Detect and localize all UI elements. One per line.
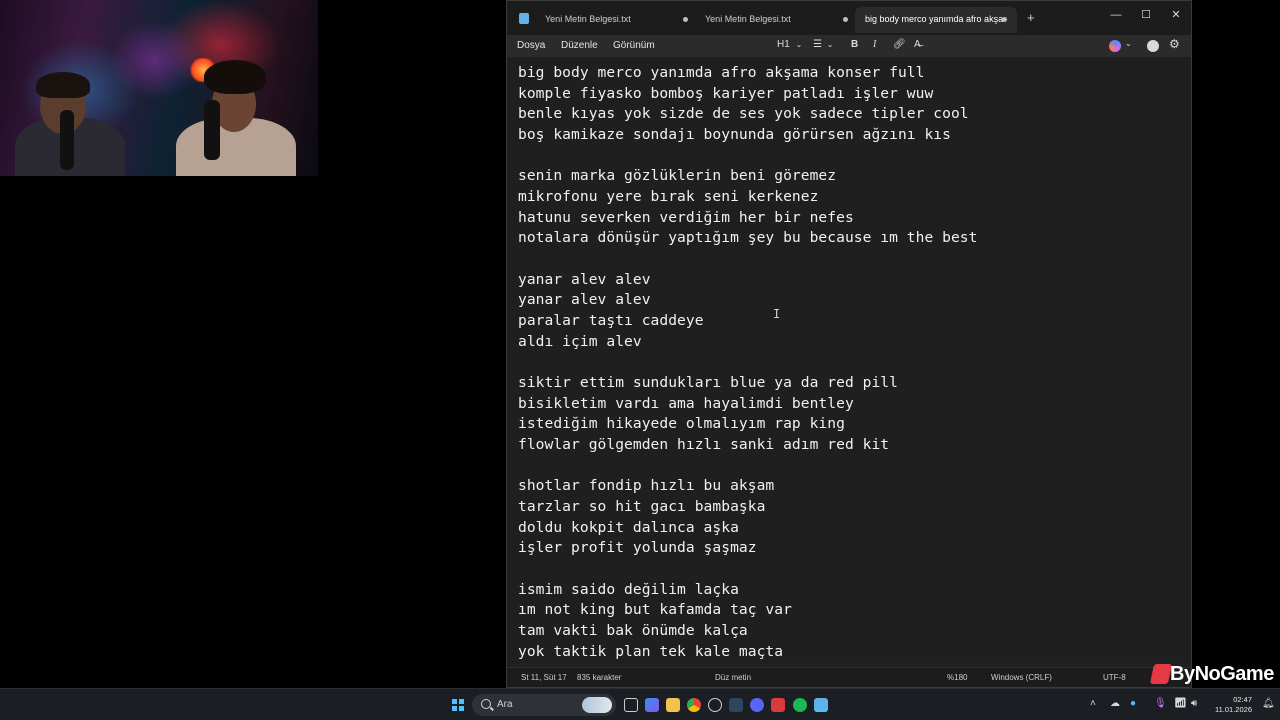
media-app-icon[interactable] bbox=[771, 698, 785, 712]
chevron-down-icon[interactable]: ⌄ bbox=[1125, 39, 1132, 48]
heading-label: H1 bbox=[777, 39, 790, 50]
editor-line: mikrofonu yere bırak seni kerkenez bbox=[518, 188, 819, 205]
editor-line: aldı içim alev bbox=[518, 333, 642, 350]
chevron-down-icon: ⌄ bbox=[826, 40, 834, 49]
editor-line: bisikletim vardı ama hayalimdi bentley bbox=[518, 395, 854, 412]
volume-icon[interactable]: 🔊︎ bbox=[1191, 698, 1197, 709]
watermark-text: ByNoGame bbox=[1170, 663, 1274, 685]
editor-line: tarzlar so hit gacı bambaşka bbox=[518, 498, 766, 515]
editor-line: siktir ettim sundukları blue ya da red p… bbox=[518, 374, 898, 391]
status-bar: St 11, Süt 17 835 karakter Düz metin %18… bbox=[507, 667, 1191, 687]
notepad-taskbar-icon[interactable] bbox=[814, 698, 828, 712]
list-icon: ☰ bbox=[813, 39, 822, 50]
menu-view[interactable]: Görünüm bbox=[613, 40, 655, 51]
editor-line: yanar alev alev bbox=[518, 291, 651, 308]
menu-bar: Dosya Düzenle Görünüm H1 ⌄ ☰ ⌄ B I 🔗︎ A̶… bbox=[507, 35, 1191, 57]
editor-line: yanar alev alev bbox=[518, 271, 651, 288]
editor-line: yok taktik plan tek kale maçta bbox=[518, 643, 784, 660]
editor-line: flowlar gölgemden hızlı sanki adım red k… bbox=[518, 436, 890, 453]
unsaved-dot-icon bbox=[683, 17, 688, 22]
encoding[interactable]: UTF-8 bbox=[1103, 673, 1126, 682]
editor-line: boş kamikaze sondajı boynunda görürsen a… bbox=[518, 126, 951, 143]
tab-label: Yeni Metin Belgesi.txt bbox=[705, 14, 791, 24]
heading-dropdown[interactable]: H1 ⌄ bbox=[777, 39, 802, 50]
microphone-icon[interactable]: 🎙︎ bbox=[1154, 698, 1167, 709]
search-label: Ara bbox=[497, 699, 513, 710]
editor-line: notalara dönüşür yaptığım şey bu because… bbox=[518, 229, 978, 246]
new-tab-button[interactable]: + bbox=[1027, 10, 1035, 25]
text-editor[interactable]: big body merco yanımda afro akşama konse… bbox=[507, 57, 1191, 663]
notepad-app-icon bbox=[519, 13, 529, 24]
character-count: 835 karakter bbox=[577, 673, 622, 682]
unsaved-dot-icon bbox=[843, 17, 848, 22]
text-mode[interactable]: Düz metin bbox=[715, 673, 751, 682]
search-highlight-image bbox=[582, 697, 612, 713]
minimize-button[interactable]: — bbox=[1101, 5, 1131, 25]
clear-formatting-icon[interactable]: A̶ bbox=[914, 39, 921, 50]
bold-button[interactable]: B bbox=[851, 39, 858, 50]
close-button[interactable]: ✕ bbox=[1161, 5, 1191, 25]
line-ending[interactable]: Windows (CRLF) bbox=[991, 673, 1052, 682]
taskbar-search[interactable]: Ara bbox=[472, 694, 616, 716]
network-status-icon[interactable]: ● bbox=[1130, 698, 1136, 709]
task-view-icon[interactable] bbox=[624, 698, 638, 712]
editor-line: big body merco yanımda afro akşama konse… bbox=[518, 64, 925, 81]
tab-label: Yeni Metin Belgesi.txt bbox=[545, 14, 631, 24]
editor-line: komple fiyasko bomboş kariyer patladı iş… bbox=[518, 85, 934, 102]
zoom-level[interactable]: %180 bbox=[947, 673, 967, 682]
tab-document-1[interactable]: Yeni Metin Belgesi.txt bbox=[535, 7, 691, 33]
steam-icon[interactable] bbox=[729, 698, 743, 712]
editor-line: işler profit yolunda şaşmaz bbox=[518, 539, 757, 556]
search-icon bbox=[481, 699, 491, 709]
microphone bbox=[60, 110, 74, 170]
settings-gear-icon[interactable]: ⚙ bbox=[1169, 37, 1180, 51]
onedrive-icon[interactable]: ☁ bbox=[1110, 698, 1120, 709]
text-cursor-icon: I bbox=[773, 307, 781, 321]
italic-button[interactable]: I bbox=[873, 39, 876, 50]
chevron-up-icon[interactable]: ˄ bbox=[1090, 698, 1096, 709]
discord-icon[interactable] bbox=[750, 698, 764, 712]
webcam-overlay bbox=[0, 0, 318, 176]
title-bar[interactable]: Yeni Metin Belgesi.txt Yeni Metin Belges… bbox=[507, 1, 1191, 35]
menu-edit[interactable]: Düzenle bbox=[561, 40, 598, 51]
copilot-icon[interactable] bbox=[1109, 40, 1121, 52]
wifi-icon[interactable]: 📶︎ bbox=[1174, 698, 1187, 709]
tab-label: big body merco yanımda afro akşa bbox=[865, 14, 1004, 24]
editor-line: senin marka gözlüklerin beni göremez bbox=[518, 167, 837, 184]
notepad-window: Yeni Metin Belgesi.txt Yeni Metin Belges… bbox=[506, 0, 1192, 688]
editor-line: shotlar fondip hızlı bu akşam bbox=[518, 477, 775, 494]
windows-start-icon[interactable] bbox=[452, 699, 464, 711]
copilot-taskbar-icon[interactable] bbox=[645, 698, 659, 712]
clock-app-icon[interactable] bbox=[708, 698, 722, 712]
taskbar: Ara ˄ ☁ ● 🎙︎ 📶︎ 🔊︎ 02:47 11.01.2026 🔔︎ bbox=[0, 688, 1280, 720]
list-dropdown[interactable]: ☰ ⌄ bbox=[813, 39, 833, 50]
editor-line: ım not king but kafamda taç var bbox=[518, 601, 792, 618]
editor-line: paralar taştı caddeye bbox=[518, 312, 704, 329]
chrome-icon[interactable] bbox=[687, 698, 701, 712]
link-icon[interactable]: 🔗︎ bbox=[893, 39, 906, 50]
taskbar-clock[interactable]: 02:47 11.01.2026 bbox=[1212, 695, 1252, 715]
tab-document-2[interactable]: Yeni Metin Belgesi.txt bbox=[695, 7, 851, 33]
chevron-down-icon: ⌄ bbox=[795, 40, 803, 49]
editor-line: doldu kokpit dalınca aşka bbox=[518, 519, 739, 536]
editor-line: tam vakti bak önümde kalça bbox=[518, 622, 748, 639]
editor-line: istediğim hikayede olmalıyım rap king bbox=[518, 415, 845, 432]
microphone bbox=[204, 100, 220, 160]
clock-time: 02:47 bbox=[1233, 695, 1252, 704]
tab-document-3[interactable]: big body merco yanımda afro akşa bbox=[855, 7, 1017, 33]
screen: Yeni Metin Belgesi.txt Yeni Metin Belges… bbox=[0, 0, 1280, 720]
maximize-button[interactable]: ☐ bbox=[1131, 5, 1161, 25]
spotify-icon[interactable] bbox=[793, 698, 807, 712]
cursor-position: St 11, Süt 17 bbox=[521, 673, 567, 682]
editor-line: ismim saido değilim laçka bbox=[518, 581, 739, 598]
editor-line: benle kıyas yok sizde de ses yok sadece … bbox=[518, 105, 969, 122]
editor-line: hatunu severken verdiğim her bir nefes bbox=[518, 209, 854, 226]
menu-file[interactable]: Dosya bbox=[517, 40, 545, 51]
clock-date: 11.01.2026 bbox=[1215, 705, 1252, 714]
account-icon[interactable] bbox=[1147, 40, 1159, 52]
unsaved-dot-icon bbox=[1002, 17, 1007, 22]
notification-bell-icon[interactable]: 🔔︎ bbox=[1262, 698, 1275, 709]
file-explorer-icon[interactable] bbox=[666, 698, 680, 712]
